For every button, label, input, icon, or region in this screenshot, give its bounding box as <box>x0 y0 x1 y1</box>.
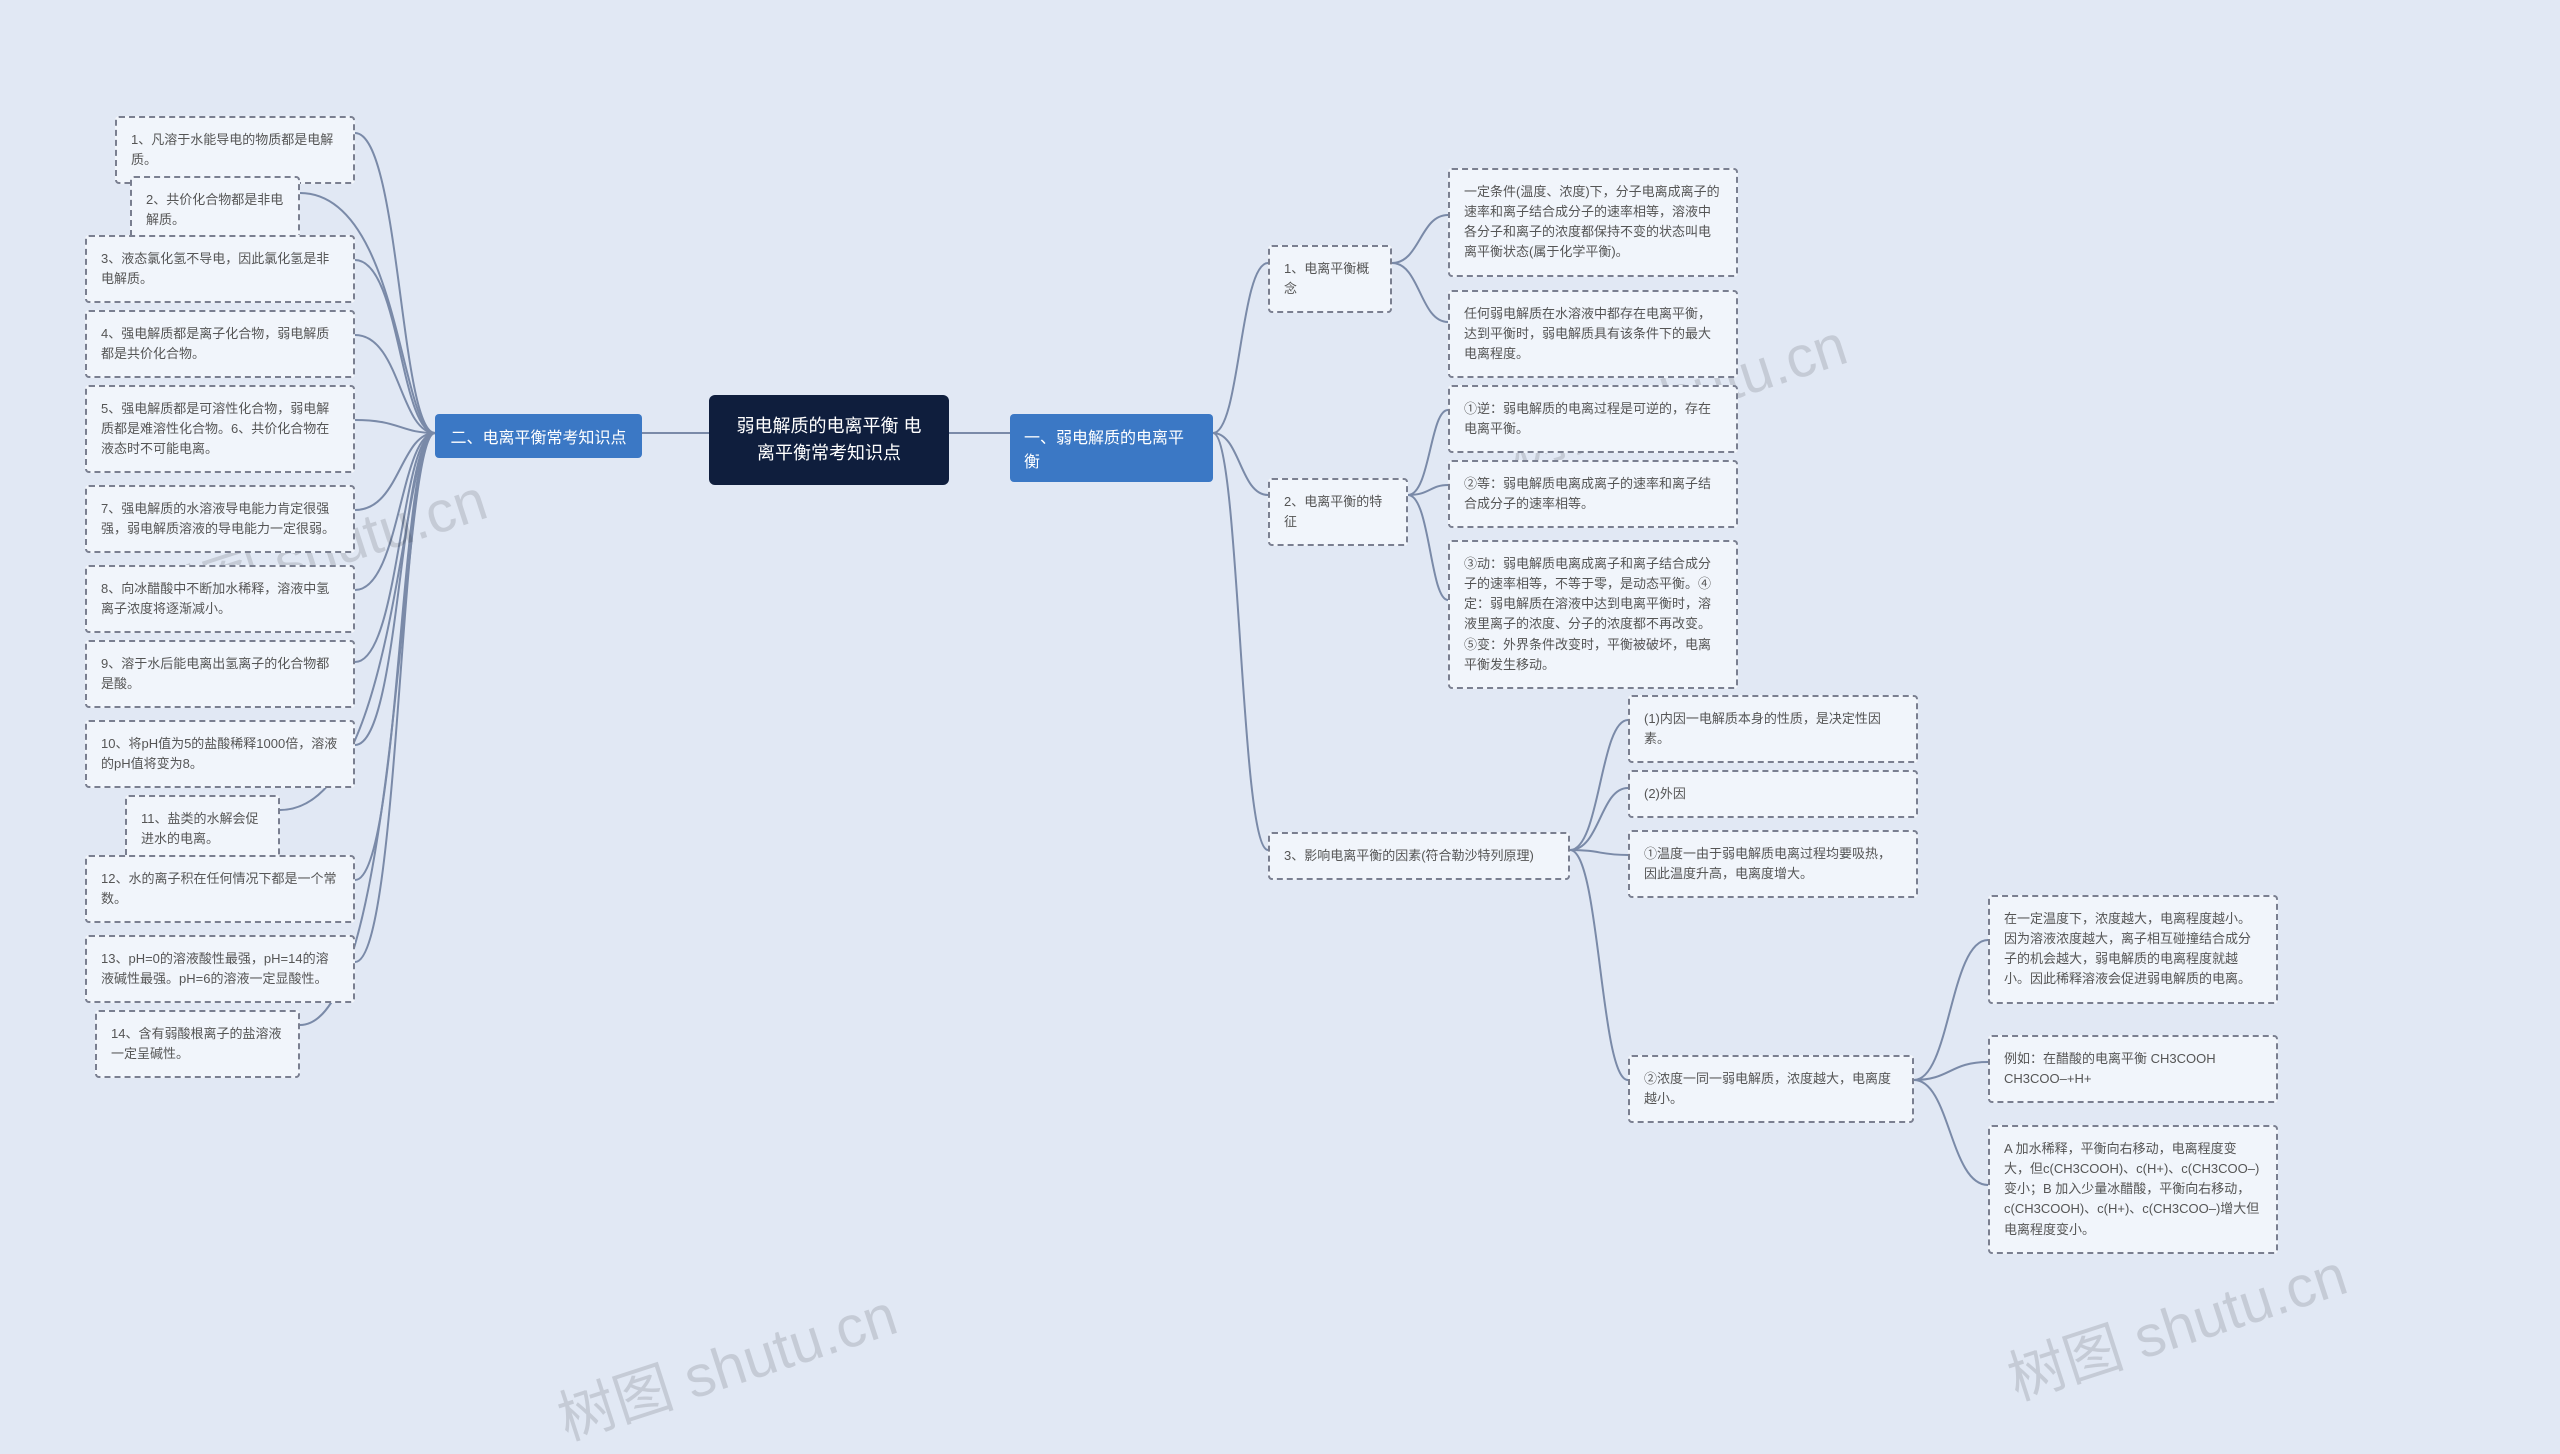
right-n3-c4-d3[interactable]: A 加水稀释，平衡向右移动，电离程度变大，但c(CH3COOH)、c(H+)、c… <box>1988 1125 2278 1254</box>
root-title: 弱电解质的电离平衡 电离平衡常考知识点 <box>729 413 929 467</box>
left-item-13[interactable]: 13、pH=0的溶液酸性最强，pH=14的溶液碱性最强。pH=6的溶液一定显酸性… <box>85 935 355 1003</box>
list-item: (1)内因一电解质本身的性质，是决定性因素。 <box>1644 711 1881 746</box>
watermark: 树图 shutu.cn <box>546 1268 906 1454</box>
left-item-8[interactable]: 8、向冰醋酸中不断加水稀释，溶液中氢离子浓度将逐渐减小。 <box>85 565 355 633</box>
list-item: 3、影响电离平衡的因素(符合勒沙特列原理) <box>1284 848 1534 863</box>
list-item: 2、电离平衡的特征 <box>1284 494 1382 529</box>
list-item: 5、强电解质都是可溶性化合物，弱电解质都是难溶性化合物。6、共价化合物在液态时不… <box>101 401 329 456</box>
branch-left[interactable]: 二、电离平衡常考知识点 <box>435 414 642 458</box>
left-item-10[interactable]: 10、将pH值为5的盐酸稀释1000倍，溶液的pH值将变为8。 <box>85 720 355 788</box>
list-item: ②浓度一同一弱电解质，浓度越大，电离度越小。 <box>1644 1071 1891 1106</box>
list-item: 12、水的离子积在任何情况下都是一个常数。 <box>101 871 336 906</box>
list-item: (2)外因 <box>1644 786 1686 801</box>
left-item-14[interactable]: 14、含有弱酸根离子的盐溶液一定呈碱性。 <box>95 1010 300 1078</box>
right-n3-c2[interactable]: (2)外因 <box>1628 770 1918 818</box>
list-item: 13、pH=0的溶液酸性最强，pH=14的溶液碱性最强。pH=6的溶液一定显酸性… <box>101 951 329 986</box>
list-item: 4、强电解质都是离子化合物，弱电解质都是共价化合物。 <box>101 326 329 361</box>
list-item: 8、向冰醋酸中不断加水稀释，溶液中氢离子浓度将逐渐减小。 <box>101 581 329 616</box>
left-item-11[interactable]: 11、盐类的水解会促进水的电离。 <box>125 795 280 863</box>
right-n3-c4-d1[interactable]: 在一定温度下，浓度越大，电离程度越小。因为溶液浓度越大，离子相互碰撞结合成分子的… <box>1988 895 2278 1004</box>
list-item: 7、强电解质的水溶液导电能力肯定很强强，弱电解质溶液的导电能力一定很弱。 <box>101 501 335 536</box>
right-n2[interactable]: 2、电离平衡的特征 <box>1268 478 1408 546</box>
list-item: 任何弱电解质在水溶液中都存在电离平衡，达到平衡时，弱电解质具有该条件下的最大电离… <box>1464 306 1711 361</box>
list-item: 2、共价化合物都是非电解质。 <box>146 192 283 227</box>
mindmap-canvas: 树图 shutu.cn 树图 shutu.cn 树图 shutu.cn 树图 s… <box>0 0 2560 1454</box>
left-item-1[interactable]: 1、凡溶于水能导电的物质都是电解质。 <box>115 116 355 184</box>
right-n1[interactable]: 1、电离平衡概念 <box>1268 245 1392 313</box>
right-n3-c3[interactable]: ①温度一由于弱电解质电离过程均要吸热，因此温度升高，电离度增大。 <box>1628 830 1918 898</box>
list-item: 14、含有弱酸根离子的盐溶液一定呈碱性。 <box>111 1026 281 1061</box>
right-n1-c1[interactable]: 一定条件(温度、浓度)下，分子电离成离子的速率和离子结合成分子的速率相等，溶液中… <box>1448 168 1738 277</box>
right-n2-c1[interactable]: ①逆：弱电解质的电离过程是可逆的，存在电离平衡。 <box>1448 385 1738 453</box>
list-item: 在一定温度下，浓度越大，电离程度越小。因为溶液浓度越大，离子相互碰撞结合成分子的… <box>2004 911 2251 986</box>
watermark: 树图 shutu.cn <box>1996 1228 2356 1416</box>
list-item: 11、盐类的水解会促进水的电离。 <box>141 811 259 846</box>
list-item: 1、凡溶于水能导电的物质都是电解质。 <box>131 132 333 167</box>
right-n2-c2[interactable]: ②等：弱电解质电离成离子的速率和离子结合成分子的速率相等。 <box>1448 460 1738 528</box>
branch-left-label: 二、电离平衡常考知识点 <box>450 424 626 448</box>
list-item: ①温度一由于弱电解质电离过程均要吸热，因此温度升高，电离度增大。 <box>1644 846 1891 881</box>
list-item: 1、电离平衡概念 <box>1284 261 1369 296</box>
list-item: 3、液态氯化氢不导电，因此氯化氢是非电解质。 <box>101 251 329 286</box>
branch-right-label: 一、弱电解质的电离平衡 <box>1024 424 1199 472</box>
list-item: 例如：在醋酸的电离平衡 CH3COOH CH3COO–+H+ <box>2004 1051 2216 1086</box>
root-node[interactable]: 弱电解质的电离平衡 电离平衡常考知识点 <box>709 395 949 485</box>
list-item: A 加水稀释，平衡向右移动，电离程度变大，但c(CH3COOH)、c(H+)、c… <box>2004 1141 2259 1237</box>
right-n2-c3[interactable]: ③动：弱电解质电离成离子和离子结合成分子的速率相等，不等于零，是动态平衡。④定：… <box>1448 540 1738 689</box>
right-n3-c1[interactable]: (1)内因一电解质本身的性质，是决定性因素。 <box>1628 695 1918 763</box>
right-n3[interactable]: 3、影响电离平衡的因素(符合勒沙特列原理) <box>1268 832 1570 880</box>
left-item-3[interactable]: 3、液态氯化氢不导电，因此氯化氢是非电解质。 <box>85 235 355 303</box>
list-item: ②等：弱电解质电离成离子的速率和离子结合成分子的速率相等。 <box>1464 476 1711 511</box>
list-item: 一定条件(温度、浓度)下，分子电离成离子的速率和离子结合成分子的速率相等，溶液中… <box>1464 184 1720 259</box>
right-n3-c4-d2[interactable]: 例如：在醋酸的电离平衡 CH3COOH CH3COO–+H+ <box>1988 1035 2278 1103</box>
list-item: ①逆：弱电解质的电离过程是可逆的，存在电离平衡。 <box>1464 401 1711 436</box>
left-item-5[interactable]: 5、强电解质都是可溶性化合物，弱电解质都是难溶性化合物。6、共价化合物在液态时不… <box>85 385 355 473</box>
left-item-12[interactable]: 12、水的离子积在任何情况下都是一个常数。 <box>85 855 355 923</box>
right-n1-c2[interactable]: 任何弱电解质在水溶液中都存在电离平衡，达到平衡时，弱电解质具有该条件下的最大电离… <box>1448 290 1738 378</box>
right-n3-c4[interactable]: ②浓度一同一弱电解质，浓度越大，电离度越小。 <box>1628 1055 1914 1123</box>
list-item: ③动：弱电解质电离成离子和离子结合成分子的速率相等，不等于零，是动态平衡。④定：… <box>1464 556 1711 672</box>
list-item: 10、将pH值为5的盐酸稀释1000倍，溶液的pH值将变为8。 <box>101 736 337 771</box>
left-item-4[interactable]: 4、强电解质都是离子化合物，弱电解质都是共价化合物。 <box>85 310 355 378</box>
list-item: 9、溶于水后能电离出氢离子的化合物都是酸。 <box>101 656 329 691</box>
left-item-7[interactable]: 7、强电解质的水溶液导电能力肯定很强强，弱电解质溶液的导电能力一定很弱。 <box>85 485 355 553</box>
branch-right[interactable]: 一、弱电解质的电离平衡 <box>1010 414 1213 482</box>
left-item-9[interactable]: 9、溶于水后能电离出氢离子的化合物都是酸。 <box>85 640 355 708</box>
